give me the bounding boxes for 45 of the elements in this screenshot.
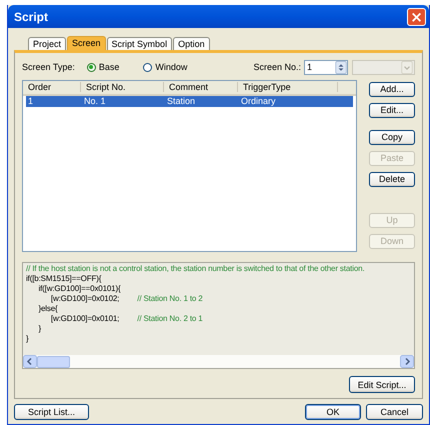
action-button[interactable]: Delete [369, 172, 415, 187]
code-line: }else{ [37, 304, 58, 314]
code-line: } [26, 334, 29, 344]
table-cell-text: Ordinary [240, 96, 277, 106]
table-cell-text: No. 1 [83, 96, 107, 106]
close-button[interactable]: × [407, 8, 426, 26]
radio-option[interactable]: Window [143, 62, 188, 72]
column-header[interactable]: Order [23, 82, 81, 92]
screen-type-label: Screen Type: [22, 62, 75, 72]
window-title: Script [14, 10, 48, 24]
scroll-right-icon[interactable] [400, 355, 414, 368]
tab[interactable]: Project [28, 37, 66, 50]
code-line: [w:GD100]=0x0102; [50, 294, 120, 304]
column-header[interactable]: Comment [164, 82, 238, 92]
column-header[interactable]: Script No. [81, 82, 164, 92]
scroll-left-icon[interactable] [23, 355, 37, 368]
dialog-button[interactable]: OK [305, 404, 361, 420]
table-row[interactable]: 1 No. 1 Station Ordinary [26, 96, 353, 107]
table-cell-text: 1 [27, 96, 34, 106]
column-header[interactable]: TriggerType [238, 82, 338, 92]
dialog-button[interactable]: Cancel [366, 404, 423, 420]
action-button[interactable]: Add... [369, 82, 415, 97]
dialog-button[interactable]: Script List... [14, 404, 89, 420]
code-editor[interactable] [22, 262, 415, 369]
radio-option[interactable]: Base [86, 62, 120, 72]
code-line: [w:GD100]=0x0101; [50, 314, 120, 324]
horizontal-scrollbar[interactable] [23, 355, 414, 368]
code-comment: // Station No. 2 to 1 [137, 314, 203, 324]
table-cell-text: Station [166, 96, 196, 106]
scroll-thumb[interactable] [37, 356, 70, 368]
tab[interactable]: Screen [67, 36, 106, 50]
screen-no-label: Screen No.: [253, 62, 301, 72]
dropdown-field[interactable] [352, 60, 415, 75]
code-line: if([w:GD100]==0x0101){ [37, 284, 121, 294]
tab[interactable]: Script Symbol [106, 37, 172, 50]
action-button[interactable]: Copy [369, 130, 415, 145]
code-comment: // If the host station is not a control station, the station number is switched to that of the other station. [26, 264, 365, 274]
screen-no-field[interactable]: 1 [304, 60, 348, 75]
spinner-icon[interactable] [335, 60, 347, 74]
edit-script-button[interactable]: Edit Script... [349, 376, 415, 393]
code-line: if([b:SM1515]==OFF){ [26, 274, 102, 284]
code-comment: // Station No. 1 to 2 [137, 294, 203, 304]
code-line: } [37, 324, 41, 334]
action-button[interactable]: Edit... [369, 102, 415, 118]
tab[interactable]: Option [173, 37, 210, 50]
